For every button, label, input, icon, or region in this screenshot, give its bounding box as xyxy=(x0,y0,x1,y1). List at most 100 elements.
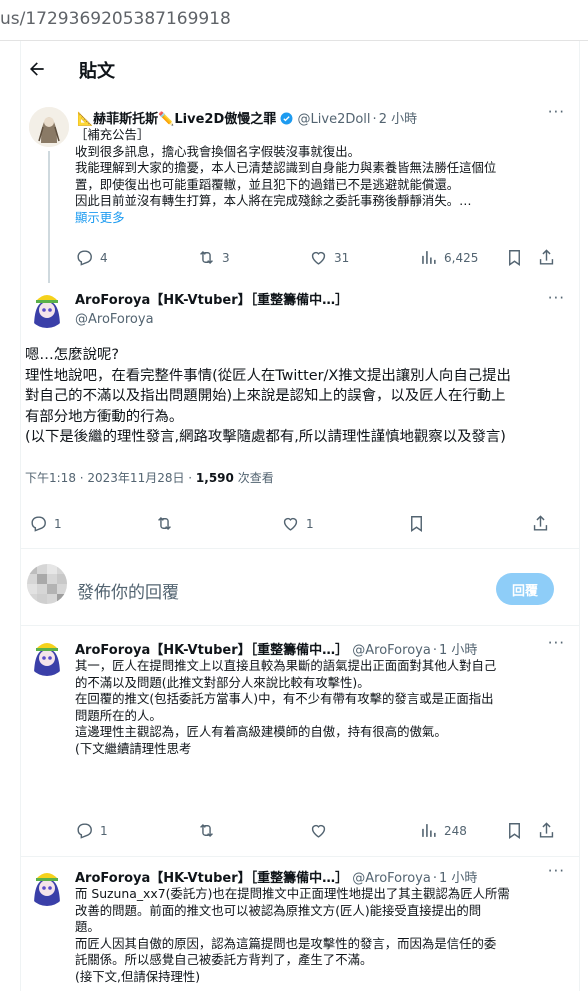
views-count: 1,590 xyxy=(195,471,234,485)
share-icon xyxy=(539,249,554,265)
text-line: 問題所在的人。 xyxy=(75,707,162,723)
text-line: 其一，匠人在提問推文上以直接且較為果斷的語氣提出正面面對其他人對自己 xyxy=(75,658,497,673)
bookmark-button[interactable] xyxy=(505,821,524,840)
reply-button[interactable]: 1 xyxy=(75,821,108,840)
retweet-icon xyxy=(158,516,171,531)
retweet-icon xyxy=(200,250,213,265)
tweet-text: 而 Suzuna_xx7(委託方)也在提問推文中正面理性地提出了其主觀認為匠人所… xyxy=(75,886,510,985)
show-more-link[interactable]: 顯示更多 xyxy=(75,210,496,227)
tweet-text: ［補充公告］ 收到很多訊息，擔心我會換個名字假裝沒事就復出。 我能理解到大家的擔… xyxy=(75,127,496,226)
text-line: 因此目前並沒有轉生打算，本人將在完成殘餘之委託事務後靜靜消失。… xyxy=(75,193,472,208)
author-name[interactable]: 📐赫菲斯托斯✏️Live2D傲慢之罪 xyxy=(77,112,276,127)
views-count: 248 xyxy=(444,823,467,838)
retweet-button[interactable] xyxy=(197,821,216,840)
text-line: 收到很多訊息，擔心我會換個名字假裝沒事就復出。 xyxy=(75,143,360,159)
tweet-timestamp[interactable]: 下午1:18 · 2023年11月28日 · xyxy=(25,471,196,485)
browser-url-bar[interactable]: us/1729369205387169918 xyxy=(0,0,588,41)
views-chart-icon xyxy=(422,824,436,837)
heart-icon xyxy=(311,824,326,838)
share-button[interactable] xyxy=(537,821,556,840)
heart-icon xyxy=(311,251,326,265)
reply-composer: 發佈你的回覆 回覆 xyxy=(21,551,579,616)
author-handle[interactable]: @AroForoya xyxy=(352,871,431,886)
tweet-text: 嗯…怎麼說呢? 理性地說吧，在看完整件事情(從匠人在Twitter/X推文提出讓… xyxy=(25,345,511,448)
more-options-icon[interactable]: ··· xyxy=(548,289,565,307)
text-line: 這邊理性主觀認為，匠人有着高級建模師的自傲，持有很高的傲氣。 xyxy=(75,724,447,739)
verified-badge-icon xyxy=(280,112,293,127)
author-name[interactable]: AroForoya【HK-Vtuber】［重整籌備中…］ xyxy=(75,643,348,658)
tweet-text: 其一，匠人在提問推文上以直接且較為果斷的語氣提出正面面對其他人對自己 的不滿以及… xyxy=(75,658,496,757)
text-line: 在回覆的推文(包括委託方當事人)中，有不少有帶有攻擊的發言或是正面指出 xyxy=(75,691,494,706)
retweet-button[interactable] xyxy=(155,514,174,533)
bookmark-icon xyxy=(509,823,520,839)
like-count: 31 xyxy=(334,250,350,265)
reply-submit-button[interactable]: 回覆 xyxy=(496,573,554,605)
text-line: 嗯…怎麼說呢? xyxy=(25,347,119,363)
url-text[interactable]: us/1729369205387169918 xyxy=(0,9,231,29)
reply-icon xyxy=(77,823,92,839)
share-icon xyxy=(539,822,554,838)
reply-avatar[interactable] xyxy=(27,636,67,676)
bookmark-button[interactable] xyxy=(505,248,524,267)
author-name[interactable]: AroForoya【HK-Vtuber】［重整籌備中…］ xyxy=(75,871,348,886)
back-arrow-icon[interactable] xyxy=(23,55,51,83)
user-avatar[interactable] xyxy=(27,564,67,604)
bookmark-icon xyxy=(509,250,520,266)
author-handle[interactable]: @Live2Doll xyxy=(298,112,371,127)
parent-tweet-avatar[interactable] xyxy=(29,107,69,147)
tweet-time[interactable]: 1 小時 xyxy=(439,871,477,886)
share-button[interactable] xyxy=(537,248,556,267)
text-line: 而 Suzuna_xx7(委託方)也在提問推文中正面理性地提出了其主觀認為匠人所… xyxy=(75,886,510,901)
reply-input[interactable]: 發佈你的回覆 xyxy=(77,578,179,603)
like-count: 1 xyxy=(306,516,314,531)
share-icon xyxy=(533,515,548,531)
thread-connector-line xyxy=(48,151,50,283)
divider xyxy=(21,548,579,549)
like-button[interactable] xyxy=(309,821,328,840)
divider xyxy=(21,625,579,626)
author-handle[interactable]: @AroForoya xyxy=(75,312,154,327)
text-line: 的不滿以及問題(此推文對部分人來說比較有攻擊性)。 xyxy=(75,674,370,690)
bookmark-icon xyxy=(411,516,422,532)
share-button[interactable] xyxy=(531,514,550,533)
more-options-icon[interactable]: ··· xyxy=(548,103,565,121)
reply-icon xyxy=(77,250,92,266)
reply-button[interactable]: 1 xyxy=(29,514,62,533)
text-line: ［補充公告］ xyxy=(75,127,150,142)
heart-icon xyxy=(283,517,298,531)
reply-avatar[interactable] xyxy=(27,820,67,860)
retweet-icon xyxy=(200,823,213,838)
reply-avatar[interactable] xyxy=(27,866,67,906)
views-chart-icon xyxy=(422,251,436,264)
bookmark-button[interactable] xyxy=(407,514,426,533)
text-line: (以下是後繼的理性發言,網路攻擊隨處都有,所以請理性謹慎地觀察以及發言) xyxy=(25,429,506,445)
divider xyxy=(21,856,579,857)
views-label: 次查看 xyxy=(233,471,274,485)
tweet-actions: 1 1 xyxy=(29,514,569,536)
text-line: 理性地說吧，在看完整件事情(從匠人在Twitter/X推文提出讓別人向自己提出 xyxy=(25,367,511,384)
text-line: 而匠人因其自傲的原因，認為這篇提問也是攻擊性的發言，而因為是信任的委 xyxy=(75,935,497,951)
page-title: 貼文 xyxy=(79,61,115,82)
page-header: 貼文 xyxy=(21,41,579,97)
like-button[interactable]: 1 xyxy=(281,514,314,533)
text-line: 置，即使復出也可能重蹈覆轍，並且犯下的過錯已不是逃避就能償還。 xyxy=(75,176,460,192)
tweet-time[interactable]: 1 小時 xyxy=(439,643,477,658)
views-button[interactable]: 248 xyxy=(419,821,467,840)
author-handle[interactable]: @AroForoya xyxy=(352,643,431,658)
text-line: 託關係。所以感覺自己被委託方背判了，產生了不滿。 xyxy=(75,952,373,967)
reply-count: 1 xyxy=(100,823,108,838)
text-line: 對自己的不滿以及指出問題開始)上來說是認知上的誤會，以及匠人在行動上 xyxy=(25,388,506,404)
views-count: 6,425 xyxy=(444,250,479,265)
more-options-icon[interactable]: ··· xyxy=(548,634,565,652)
retweet-button[interactable]: 3 xyxy=(197,248,230,267)
text-line: 有部分地方衝動的行為。 xyxy=(25,408,184,425)
text-line: 改善的問題。前面的推文也可以被認為原推文方(匠人)能接受直接提出的問 xyxy=(75,902,482,918)
like-button[interactable]: 31 xyxy=(309,248,349,267)
author-name[interactable]: AroForoya【HK-Vtuber】［重整籌備中…］ xyxy=(75,293,348,308)
tweet-time[interactable]: 2 小時 xyxy=(379,112,417,127)
views-button[interactable]: 6,425 xyxy=(419,248,478,267)
main-tweet-avatar[interactable] xyxy=(27,288,67,328)
more-options-icon[interactable]: ··· xyxy=(548,862,565,880)
tweet-actions: 4 3 31 6,425 xyxy=(75,248,575,270)
reply-button[interactable]: 4 xyxy=(75,248,108,267)
